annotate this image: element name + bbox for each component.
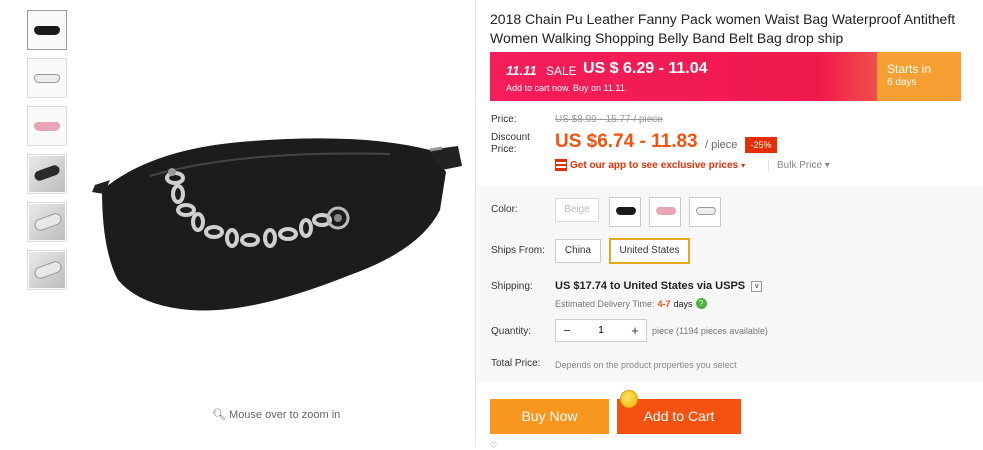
quantity-stepper: − + [555, 319, 647, 342]
eta-days: 4-7 [657, 298, 671, 309]
color-label: Color: [491, 204, 518, 215]
sale-countdown: Starts in 6 days [877, 52, 961, 101]
total-price-info: Depends on the product properties you se… [555, 360, 737, 370]
buy-now-button[interactable]: Buy Now [490, 399, 609, 434]
ships-from-china[interactable]: China [555, 239, 601, 263]
interior-thumb-image [29, 252, 65, 288]
zoom-hint-text: Mouse over to zoom in [229, 409, 341, 421]
pink-bag-thumb-image [34, 121, 60, 131]
sale-price: US $ 6.29 - 11.04 [583, 60, 708, 77]
price-label: Price: [491, 114, 517, 125]
wishlist-icon[interactable]: ♡ [490, 441, 497, 450]
thumbnail-list [27, 10, 67, 298]
product-title: 2018 Chain Pu Leather Fanny Pack women W… [490, 11, 956, 46]
help-icon[interactable]: ? [695, 298, 707, 309]
app-promo-text-1: Get our app to see [570, 159, 658, 171]
zoom-hint: 🔍︎ Mouse over to zoom in [212, 409, 341, 421]
thumb-black-bag[interactable] [27, 10, 67, 50]
sale-banner[interactable]: 11.11 SALE US $ 6.29 - 11.04 Add to cart… [490, 52, 961, 101]
quantity-availability: piece (1194 pieces available) [652, 326, 768, 336]
quantity-label: Quantity: [491, 326, 532, 337]
original-price: US $8.99 - 15.77 / piece [555, 114, 663, 125]
ships-from-label: Ships From: [491, 245, 545, 256]
white-detail-thumb-image [29, 204, 65, 240]
thumb-white-bag[interactable] [27, 58, 67, 98]
color-option-black[interactable] [609, 197, 641, 227]
white-bag-thumb-image [34, 73, 60, 83]
thumb-interior[interactable] [27, 250, 67, 290]
quantity-input[interactable] [578, 325, 624, 336]
chain-detail-thumb-image [29, 156, 65, 192]
discount-badge: -25% [745, 137, 777, 153]
sale-label: SALE [546, 64, 577, 78]
discount-price: US $6.74 - 11.83 [555, 131, 698, 152]
app-promo-text-2: exclusive prices [660, 159, 739, 171]
black-bag-thumb-image [34, 25, 60, 35]
shipping-cost: US $17.74 [555, 280, 607, 292]
coin-icon [620, 390, 638, 408]
qr-code-icon [555, 159, 567, 171]
chevron-down-icon[interactable]: v [751, 280, 763, 292]
eta-unit: days [673, 298, 693, 309]
pink-swatch-image [656, 207, 676, 215]
discount-price-label-2: Price: [491, 144, 517, 155]
eta-label: Estimated Delivery Time: [555, 298, 655, 309]
shipping-label: Shipping: [491, 281, 533, 292]
discount-price-label-1: Discount [491, 132, 530, 143]
ships-from-united-states[interactable]: United States [609, 238, 690, 264]
color-option-white[interactable] [689, 197, 721, 227]
color-option-pink[interactable] [649, 197, 681, 227]
total-price-label: Total Price: [491, 358, 541, 369]
color-option-beige[interactable]: Beige [555, 198, 599, 222]
starts-in-days: 6 days [887, 77, 917, 88]
black-swatch-image [616, 207, 636, 215]
white-swatch-image [696, 207, 716, 215]
app-promo-link[interactable]: Get our app to see exclusive prices ▾ [555, 159, 745, 171]
sale-subtitle: Add to cart now. Buy on 11.11. [506, 83, 628, 93]
shipping-method[interactable]: US $17.74 to United States via USPS v [555, 280, 763, 292]
per-piece-label: / piece [705, 139, 738, 151]
sale-event-label: 11.11 [506, 63, 537, 78]
thumb-chain-detail[interactable] [27, 154, 67, 194]
main-product-image[interactable] [90, 110, 470, 380]
starts-in-label: Starts in [887, 62, 932, 76]
chevron-down-icon: ▾ [741, 160, 746, 170]
delivery-estimate: Estimated Delivery Time: 4-7 days ? [555, 298, 707, 309]
thumb-white-detail[interactable] [27, 202, 67, 242]
bulk-price-dropdown[interactable]: Bulk Price ▾ [768, 160, 830, 171]
decrement-button[interactable]: − [556, 323, 578, 338]
thumb-pink-bag[interactable] [27, 106, 67, 146]
shipping-destination: to United States via USPS [610, 280, 746, 292]
increment-button[interactable]: + [624, 323, 646, 338]
